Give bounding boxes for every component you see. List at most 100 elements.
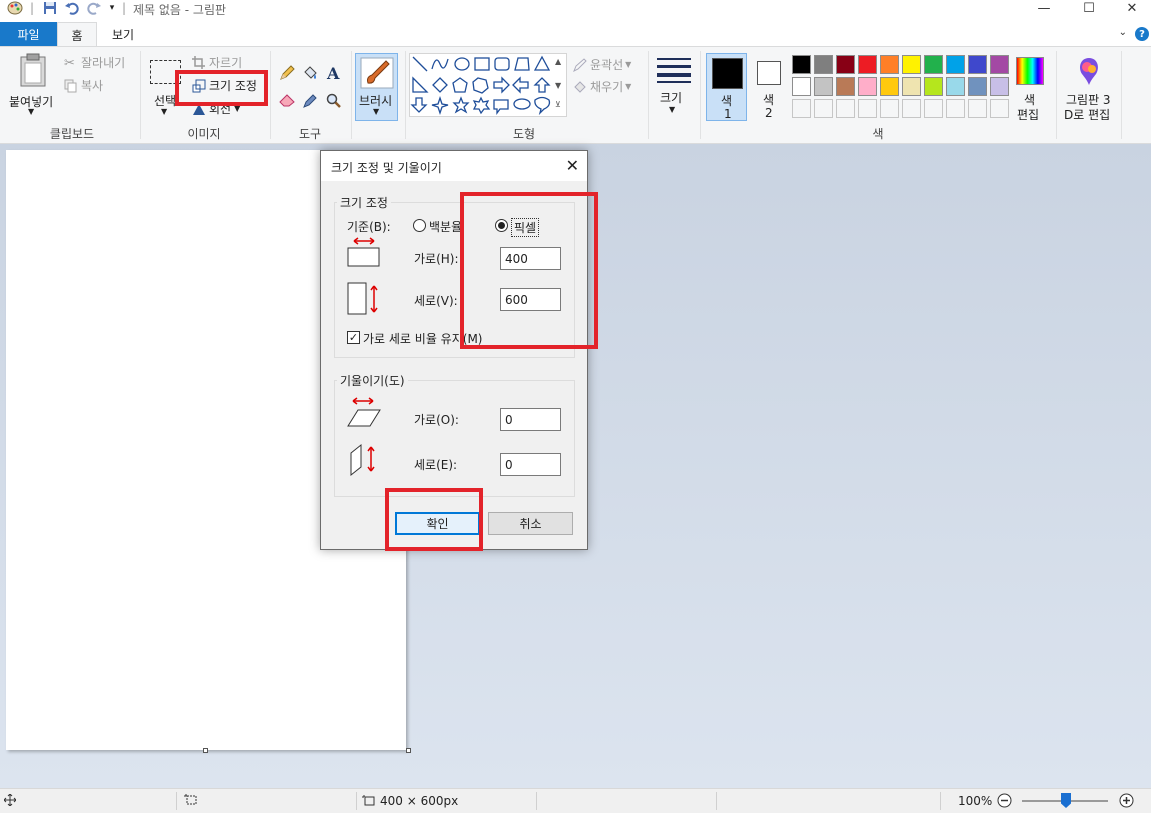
minimize-icon[interactable]: —	[1021, 0, 1067, 16]
skew-horizontal-icon	[347, 396, 383, 431]
pencil-icon[interactable]	[279, 65, 295, 84]
shapes-scroll-down-icon[interactable]: ▼	[555, 81, 561, 90]
fill-bucket-icon[interactable]	[302, 65, 318, 84]
title-separator: |	[29, 1, 35, 15]
vertical-label: 세로(V):	[414, 294, 458, 308]
copy-label: 복사	[81, 79, 104, 93]
palette-color-swatch[interactable]	[792, 55, 811, 74]
size-dropdown-icon: ▼	[669, 105, 676, 114]
skew-horizontal-input[interactable]	[500, 408, 561, 431]
dialog-close-icon[interactable]: ✕	[566, 156, 579, 175]
undo-icon[interactable]	[63, 0, 81, 16]
brushes-button[interactable]: 브러시 ▼	[355, 53, 398, 121]
palette-color-swatch[interactable]	[814, 77, 833, 96]
palette-color-swatch[interactable]	[880, 77, 899, 96]
paint-app-icon[interactable]	[6, 0, 24, 16]
skew-vertical-input[interactable]	[500, 453, 561, 476]
eraser-icon[interactable]	[279, 93, 295, 110]
resize-handle-bottom[interactable]	[203, 748, 208, 753]
palette-color-swatch[interactable]	[946, 55, 965, 74]
palette-color-swatch[interactable]	[902, 55, 921, 74]
palette-color-swatch[interactable]	[990, 77, 1009, 96]
color1-number: 1	[724, 107, 732, 121]
custom-color-slot[interactable]	[902, 99, 921, 118]
cursor-position-icon	[4, 794, 16, 806]
colors-group-label: 색	[872, 127, 884, 141]
edit-colors-button[interactable]: 색 편집	[1011, 53, 1051, 122]
copy-button[interactable]: 복사	[64, 77, 103, 94]
tab-home[interactable]: 홈	[57, 22, 97, 47]
custom-color-slot[interactable]	[814, 99, 833, 118]
custom-color-slot[interactable]	[880, 99, 899, 118]
title-separator: |	[121, 1, 127, 15]
zoom-slider-thumb[interactable]	[1061, 793, 1071, 808]
custom-color-slot[interactable]	[968, 99, 987, 118]
color2-swatch	[757, 61, 781, 85]
color2-button[interactable]: 색 2	[751, 53, 787, 121]
shapes-expand-icon[interactable]: ⊻	[555, 100, 561, 109]
palette-color-swatch[interactable]	[858, 77, 877, 96]
shapes-gallery[interactable]	[409, 53, 567, 117]
resize-handle-corner[interactable]	[406, 748, 411, 753]
close-icon[interactable]: ✕	[1109, 0, 1151, 16]
percent-radio[interactable]	[413, 219, 426, 232]
palette-color-swatch[interactable]	[902, 77, 921, 96]
maintain-ratio-checkbox[interactable]: ✓	[347, 331, 360, 344]
cut-label: 잘라내기	[81, 56, 126, 70]
text-icon[interactable]: A	[327, 64, 339, 83]
cancel-button[interactable]: 취소	[488, 512, 573, 535]
zoom-out-icon[interactable]	[997, 793, 1012, 808]
maximize-icon[interactable]: ☐	[1066, 0, 1112, 16]
color-picker-icon[interactable]	[303, 93, 318, 111]
group-divider	[405, 51, 406, 139]
redo-icon[interactable]	[85, 0, 103, 16]
palette-color-swatch[interactable]	[968, 55, 987, 74]
custom-color-slot[interactable]	[990, 99, 1009, 118]
paste-button[interactable]: 붙여넣기 ▼	[6, 51, 58, 121]
shapes-gallery-icons	[410, 55, 551, 116]
custom-color-slot[interactable]	[924, 99, 943, 118]
crop-label: 자르기	[209, 56, 243, 70]
palette-color-swatch[interactable]	[924, 77, 943, 96]
outline-button[interactable]: 윤곽선 ▼	[573, 56, 631, 73]
palette-color-swatch[interactable]	[946, 77, 965, 96]
size-button[interactable]: 크기 ▼	[654, 55, 694, 119]
tab-file[interactable]: 파일	[0, 22, 57, 46]
custom-color-slot[interactable]	[946, 99, 965, 118]
edit-with-paint3d-button[interactable]: 그림판 3 D로 편집	[1061, 53, 1117, 122]
group-divider	[1121, 51, 1122, 139]
palette-color-swatch[interactable]	[814, 55, 833, 74]
collapse-ribbon-icon[interactable]: ⌄	[1119, 27, 1127, 38]
cut-button[interactable]: ✂ 잘라내기	[64, 54, 125, 71]
status-divider	[716, 792, 717, 810]
fill-button[interactable]: 채우기 ▼	[573, 78, 631, 95]
color1-button[interactable]: 색 1	[706, 53, 747, 121]
help-icon[interactable]: ?	[1135, 27, 1149, 41]
title-bar: | ▾ | 제목 없음 - 그림판 — ☐ ✕	[0, 0, 1151, 20]
horizontal-label: 가로(H):	[414, 252, 459, 266]
palette-color-swatch[interactable]	[792, 77, 811, 96]
zoom-in-icon[interactable]	[1119, 793, 1134, 808]
palette-color-swatch[interactable]	[836, 55, 855, 74]
palette-color-swatch[interactable]	[836, 77, 855, 96]
palette-color-swatch[interactable]	[924, 55, 943, 74]
palette-color-swatch[interactable]	[990, 55, 1009, 74]
palette-color-swatch[interactable]	[880, 55, 899, 74]
group-divider	[700, 51, 701, 139]
shapes-scroll-up-icon[interactable]: ▲	[555, 57, 561, 66]
status-bar: 400 × 600px 100%	[0, 788, 1151, 813]
custom-color-slot[interactable]	[858, 99, 877, 118]
brushes-dropdown-icon: ▼	[373, 107, 380, 116]
crop-button[interactable]: 자르기	[192, 54, 242, 71]
magnifier-icon[interactable]	[326, 93, 341, 111]
custom-color-slot[interactable]	[836, 99, 855, 118]
horizontal-resize-icon	[347, 236, 381, 271]
tab-view[interactable]: 보기	[103, 22, 143, 46]
image-group-label: 이미지	[187, 127, 221, 141]
save-icon[interactable]	[41, 0, 59, 16]
palette-color-swatch[interactable]	[858, 55, 877, 74]
dialog-title: 크기 조정 및 기울이기	[331, 161, 442, 175]
customize-quick-access-icon[interactable]: ▾	[106, 0, 118, 16]
palette-color-swatch[interactable]	[968, 77, 987, 96]
custom-color-slot[interactable]	[792, 99, 811, 118]
